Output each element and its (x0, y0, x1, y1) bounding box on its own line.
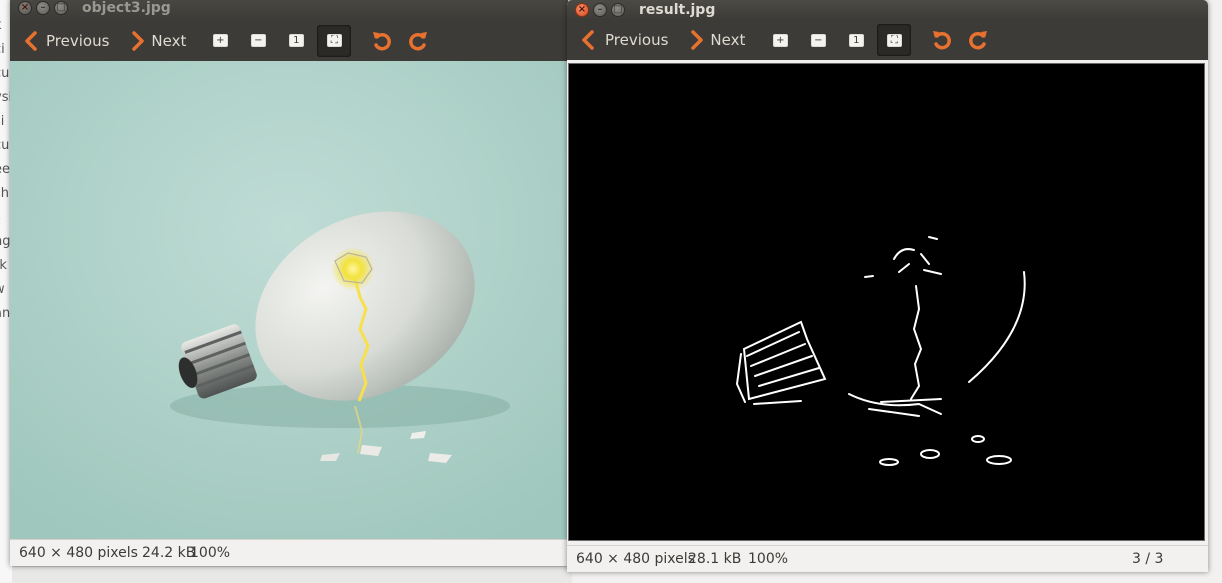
minimize-icon[interactable]: – (593, 3, 607, 17)
rotate-right-button[interactable] (401, 25, 435, 57)
close-icon[interactable]: × (575, 3, 589, 17)
zoom-level: 100% (190, 545, 231, 561)
image-position-counter: 3 / 3 (1132, 551, 1164, 567)
zoom-out-icon: − (810, 33, 826, 47)
window-controls: × – □ (18, 1, 68, 15)
zoom-level: 100% (748, 551, 789, 567)
statusbar: 640 × 480 pixels 28.1 kB 100% 3 / 3 (567, 545, 1208, 572)
chevron-left-icon (577, 29, 599, 51)
zoom-out-button[interactable]: − (241, 25, 275, 57)
titlebar[interactable]: × – □ result.jpg (567, 0, 1208, 20)
chevron-left-icon (20, 30, 42, 52)
previous-button[interactable]: Previous (20, 30, 109, 52)
rotate-right-button[interactable] (961, 24, 995, 56)
normal-size-button[interactable]: 1 (279, 25, 313, 57)
window-title: object3.jpg (82, 0, 171, 16)
toolbar: Previous Next + − 1 ⛶ (10, 20, 568, 61)
rotate-right-icon (409, 31, 428, 50)
maximize-icon[interactable]: □ (54, 1, 68, 15)
previous-label: Previous (46, 31, 110, 50)
next-button[interactable]: Next (686, 29, 745, 51)
close-icon[interactable]: × (18, 1, 32, 15)
best-fit-icon: ⛶ (326, 34, 342, 47)
toolbar: Previous Next + − 1 ⛶ (567, 20, 1208, 60)
rotate-right-icon (969, 31, 988, 50)
rotate-left-icon (933, 31, 952, 50)
next-button[interactable]: Next (127, 30, 186, 52)
image-viewer-window-object3: × – □ object3.jpg Previous Next + − 1 ⛶ … (10, 0, 568, 566)
titlebar[interactable]: × – □ object3.jpg (10, 0, 568, 20)
next-label: Next (151, 31, 187, 50)
zoom-out-button[interactable]: − (801, 24, 835, 56)
zoom-in-button[interactable]: + (763, 24, 797, 56)
window-title: result.jpg (639, 2, 716, 18)
rotate-left-button[interactable] (925, 24, 959, 56)
image-dimensions: 640 × 480 pixels (19, 545, 138, 561)
file-size: 24.2 kB (142, 545, 196, 561)
chevron-right-icon (127, 30, 149, 52)
next-label: Next (710, 31, 746, 49)
zoom-out-icon: − (250, 34, 266, 47)
maximize-icon[interactable]: □ (611, 3, 625, 17)
image-canvas[interactable] (568, 63, 1205, 541)
window-controls: × – □ (575, 3, 625, 17)
edge-detection-result-image (569, 64, 1204, 540)
rotate-left-button[interactable] (365, 25, 399, 57)
rotate-left-icon (373, 31, 392, 50)
zoom-in-button[interactable]: + (203, 25, 237, 57)
previous-button[interactable]: Previous (577, 29, 668, 51)
image-viewer-window-result: × – □ result.jpg Previous Next + − 1 ⛶ 6… (567, 0, 1208, 572)
chevron-right-icon (686, 29, 708, 51)
normal-size-icon: 1 (848, 33, 864, 47)
best-fit-button[interactable]: ⛶ (317, 24, 352, 57)
best-fit-icon: ⛶ (886, 33, 902, 47)
background-panel (12, 566, 572, 583)
normal-size-button[interactable]: 1 (839, 24, 873, 56)
zoom-in-icon: + (212, 34, 228, 47)
best-fit-button[interactable]: ⛶ (877, 24, 912, 56)
image-canvas[interactable] (10, 61, 568, 540)
file-size: 28.1 kB (688, 551, 742, 567)
minimize-icon[interactable]: – (36, 1, 50, 15)
statusbar: 640 × 480 pixels 24.2 kB 100% (10, 539, 568, 566)
photo-cracked-egg-bulb (10, 61, 568, 540)
normal-size-icon: 1 (288, 34, 304, 47)
zoom-in-icon: + (772, 33, 788, 47)
image-dimensions: 640 × 480 pixels (576, 551, 695, 567)
previous-label: Previous (605, 31, 669, 49)
